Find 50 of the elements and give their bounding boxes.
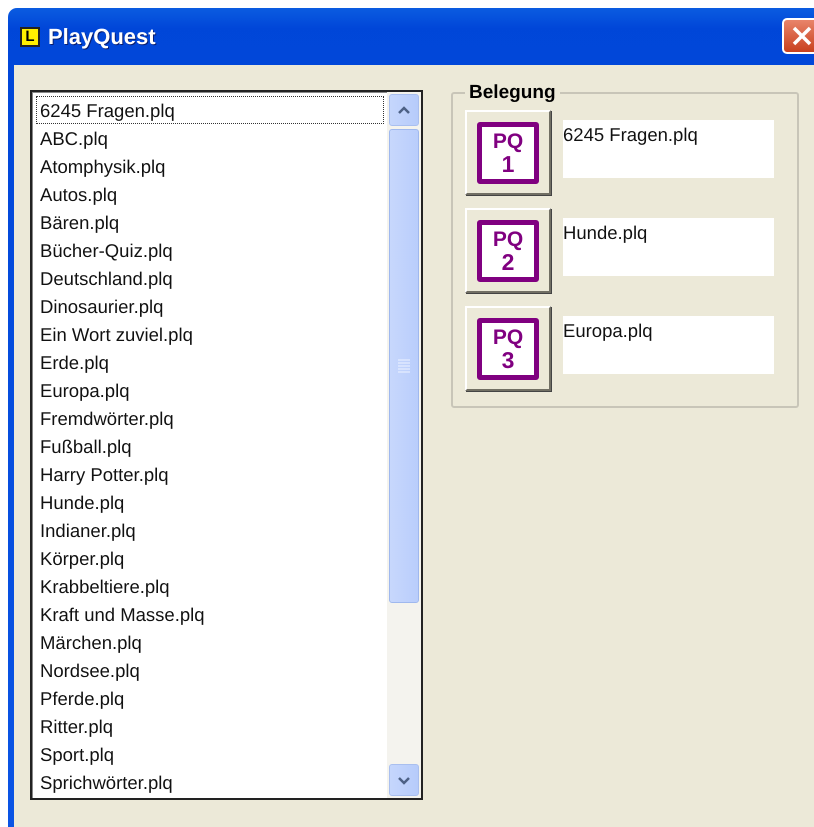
- list-item[interactable]: Sport.plq: [36, 740, 384, 768]
- list-item[interactable]: Märchen.plq: [36, 628, 384, 656]
- list-item[interactable]: Pferde.plq: [36, 684, 384, 712]
- list-item[interactable]: Hunde.plq: [36, 488, 384, 516]
- badge-label: PQ: [492, 130, 524, 152]
- list-item[interactable]: Ritter.plq: [36, 712, 384, 740]
- list-item[interactable]: Erde.plq: [36, 348, 384, 376]
- list-item[interactable]: Ein Wort zuviel.plq: [36, 320, 384, 348]
- window-title: PlayQuest: [48, 24, 156, 50]
- list-item[interactable]: Krabbeltiere.plq: [36, 572, 384, 600]
- badge-number: 2: [502, 250, 514, 272]
- list-item[interactable]: Sprichwörter.plq: [36, 768, 384, 796]
- badge-number: 1: [502, 152, 514, 174]
- list-item[interactable]: Indianer.plq: [36, 516, 384, 544]
- list-item[interactable]: Fremdwörter.plq: [36, 404, 384, 432]
- badge-label: PQ: [492, 228, 524, 250]
- list-item[interactable]: Nordsee.plq: [36, 656, 384, 684]
- scrollbar[interactable]: [387, 92, 421, 798]
- list-item[interactable]: Bären.plq: [36, 208, 384, 236]
- scroll-thumb[interactable]: [389, 129, 419, 603]
- slot-button[interactable]: PQ 3: [465, 306, 551, 391]
- list-item[interactable]: Autos.plq: [36, 180, 384, 208]
- slot-button[interactable]: PQ 2: [465, 208, 551, 293]
- close-button[interactable]: [782, 18, 814, 54]
- slot-field: 6245 Fragen.plq: [563, 120, 774, 178]
- list-item[interactable]: Fußball.plq: [36, 432, 384, 460]
- list-item[interactable]: 6245 Fragen.plq: [36, 96, 384, 124]
- chevron-down-icon: [397, 776, 411, 784]
- group-title: Belegung: [468, 82, 557, 104]
- grip-icon: [398, 359, 410, 373]
- list-item[interactable]: Bücher-Quiz.plq: [36, 236, 384, 264]
- list-item[interactable]: Europa.plq: [36, 376, 384, 404]
- list-item[interactable]: ABC.plq: [36, 124, 384, 152]
- chevron-up-icon: [397, 106, 411, 114]
- file-list[interactable]: [30, 90, 423, 800]
- slot-field: Europa.plq: [563, 316, 774, 374]
- scroll-up-button[interactable]: [389, 94, 419, 126]
- list-item[interactable]: Körper.plq: [36, 544, 384, 572]
- slot-button[interactable]: PQ 1: [465, 110, 551, 195]
- list-item[interactable]: Deutschland.plq: [36, 264, 384, 292]
- list-item[interactable]: Harry Potter.plq: [36, 460, 384, 488]
- slot-field: Hunde.plq: [563, 218, 774, 276]
- close-icon: [791, 25, 813, 47]
- badge-label: PQ: [492, 326, 524, 348]
- scroll-down-button[interactable]: [389, 764, 419, 796]
- badge-number: 3: [502, 348, 514, 370]
- list-item[interactable]: Dinosaurier.plq: [36, 292, 384, 320]
- list-item[interactable]: Atomphysik.plq: [36, 152, 384, 180]
- app-icon: L: [20, 26, 40, 46]
- list-item[interactable]: Kraft und Masse.plq: [36, 600, 384, 628]
